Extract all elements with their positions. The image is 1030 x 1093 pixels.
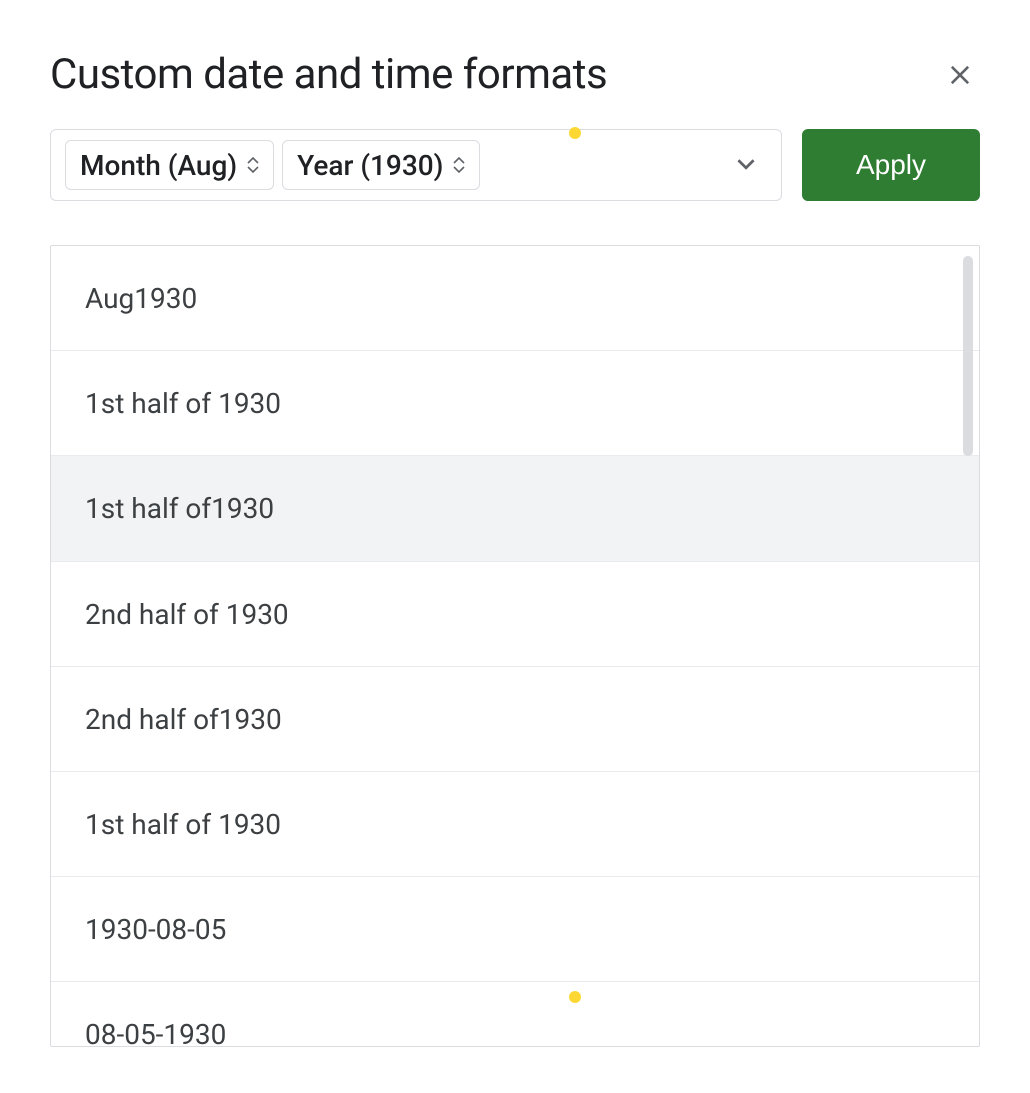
chevron-down-icon	[733, 151, 759, 177]
format-list-item[interactable]: 2nd half of1930	[51, 667, 979, 772]
chip-stepper-icon	[247, 157, 259, 173]
custom-date-format-dialog: Custom date and time formats Month (Aug)…	[0, 0, 1030, 1093]
format-list-item[interactable]: 2nd half of 1930	[51, 562, 979, 667]
chip-month[interactable]: Month (Aug)	[65, 140, 274, 190]
chip-stepper-icon	[453, 157, 465, 173]
format-list-scroll[interactable]: Aug1930 1st half of 1930 1st half of1930…	[51, 246, 979, 1046]
dialog-header: Custom date and time formats	[50, 50, 980, 99]
format-dropdown-button[interactable]	[727, 145, 765, 186]
close-button[interactable]	[940, 55, 980, 95]
format-list-item[interactable]: 08-05-1930	[51, 982, 979, 1046]
chip-month-label: Month (Aug)	[80, 149, 237, 182]
format-list-item[interactable]: 1st half of 1930	[51, 351, 979, 456]
cursor-indicator-dot	[569, 991, 581, 1003]
format-list-item[interactable]: 1st half of 1930	[51, 772, 979, 877]
format-list-item[interactable]: Aug1930	[51, 246, 979, 351]
dialog-title: Custom date and time formats	[50, 50, 607, 99]
cursor-indicator-dot	[569, 127, 581, 139]
chip-year-label: Year (1930)	[297, 149, 443, 182]
chip-year[interactable]: Year (1930)	[282, 140, 480, 190]
controls-row: Month (Aug) Year (1930) Apply	[50, 129, 980, 201]
scrollbar-thumb[interactable]	[963, 256, 973, 456]
format-input-box[interactable]: Month (Aug) Year (1930)	[50, 129, 782, 201]
format-list-container: Aug1930 1st half of 1930 1st half of1930…	[50, 245, 980, 1047]
format-list-item[interactable]: 1st half of1930	[51, 456, 979, 562]
format-list-item[interactable]: 1930-08-05	[51, 877, 979, 982]
close-icon	[946, 61, 974, 89]
apply-button[interactable]: Apply	[802, 129, 980, 201]
